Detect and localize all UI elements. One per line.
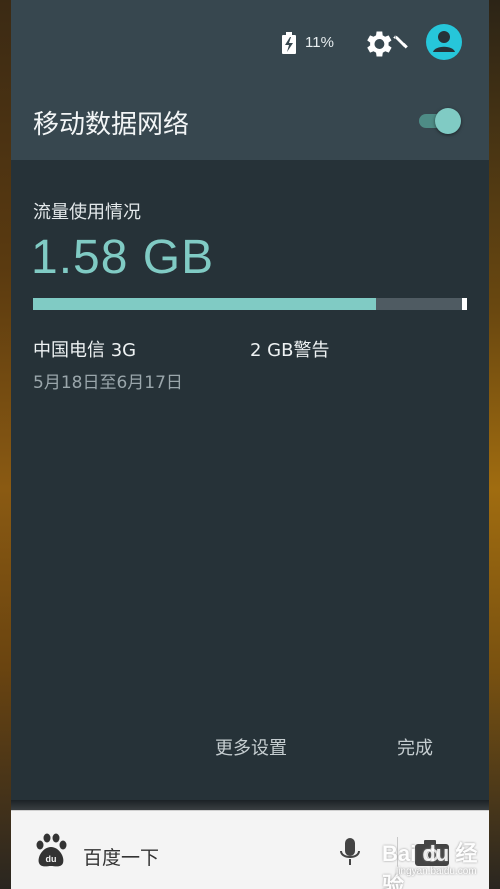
wallpaper-edge-left (0, 0, 11, 889)
account-circle-icon[interactable] (426, 24, 462, 60)
wallpaper-edge-right (489, 0, 500, 889)
panel-header: 11% 移动数据网络 (11, 0, 489, 160)
svg-text:du: du (46, 854, 57, 864)
mobile-data-title: 移动数据网络 (33, 110, 190, 140)
billing-period: 5月18日至6月17日 (33, 373, 183, 393)
status-row: 11% (11, 22, 489, 62)
microphone-icon[interactable] (339, 837, 361, 869)
camera-icon[interactable] (413, 837, 457, 869)
gear-icon[interactable] (361, 27, 395, 61)
mobile-data-toggle[interactable] (417, 106, 463, 136)
wrench-icon[interactable] (391, 32, 411, 52)
warning-threshold: 2 GB警告 (250, 340, 330, 361)
search-input[interactable]: 百度一下 (83, 843, 159, 870)
battery-charging-icon (282, 32, 296, 54)
search-divider (397, 837, 398, 867)
usage-progress-bar (33, 298, 467, 310)
usage-limit-marker (462, 298, 467, 310)
panel-shadow (11, 800, 489, 810)
battery-percent: 11% (305, 34, 334, 51)
toggle-thumb (435, 108, 461, 134)
quick-settings-panel: 11% 移动数据网络 流量使用情况 1.58 GB 中国电信 3G 2 GB警告… (11, 0, 489, 800)
more-settings-button[interactable]: 更多设置 (215, 734, 287, 760)
usage-label: 流量使用情况 (33, 202, 141, 223)
usage-progress-fill (33, 298, 376, 310)
carrier-label: 中国电信 3G (33, 340, 137, 361)
done-button[interactable]: 完成 (397, 734, 433, 760)
baidu-search-bar[interactable]: du 百度一下 (11, 810, 489, 889)
usage-value: 1.58 GB (31, 231, 215, 284)
baidu-paw-icon[interactable]: du (33, 833, 69, 869)
